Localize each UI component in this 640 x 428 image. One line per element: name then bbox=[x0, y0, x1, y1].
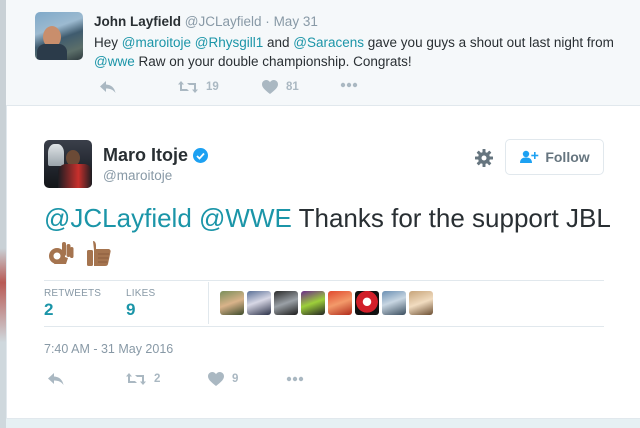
like-count: 81 bbox=[286, 81, 299, 93]
mention-link[interactable]: @wwe bbox=[94, 54, 135, 69]
main-author: Maro Itoje bbox=[103, 145, 209, 166]
like-button[interactable]: 81 bbox=[262, 80, 299, 94]
likes-value[interactable]: 9 bbox=[126, 300, 135, 320]
thumbs-up-emoji bbox=[84, 238, 114, 268]
tweet-date[interactable]: May 31 bbox=[274, 14, 318, 29]
more-icon bbox=[286, 376, 304, 382]
ok-hand-emoji bbox=[46, 238, 76, 268]
author-handle[interactable]: @JCLayfield bbox=[185, 14, 262, 29]
previous-tweet-header: John Layfield @JCLayfield · May 31 bbox=[94, 14, 318, 29]
retweet-button[interactable]: 2 bbox=[126, 372, 160, 386]
user-actions-gear[interactable] bbox=[474, 148, 494, 168]
mention-link[interactable]: @maroitoje bbox=[122, 35, 191, 50]
stats-separator bbox=[208, 282, 209, 324]
like-button[interactable]: 9 bbox=[208, 372, 238, 386]
liker-avatar[interactable] bbox=[409, 291, 433, 315]
liker-avatar[interactable] bbox=[301, 291, 325, 315]
mention-link[interactable]: @JCLayfield bbox=[44, 203, 192, 233]
liker-avatar[interactable] bbox=[274, 291, 298, 315]
mention-link[interactable]: @Saracens bbox=[293, 35, 364, 50]
reply-button[interactable] bbox=[100, 80, 116, 94]
retweets-label: RETWEETS bbox=[44, 288, 102, 299]
liker-avatar[interactable] bbox=[220, 291, 244, 315]
more-button[interactable] bbox=[340, 82, 358, 88]
tweet-date-separator: · bbox=[265, 14, 270, 29]
tweet-body: Thanks for the support JBL bbox=[291, 203, 611, 233]
mention-link[interactable]: @Rhysgill1 bbox=[195, 35, 263, 50]
likes-label: LIKES bbox=[126, 288, 156, 299]
liker-avatar[interactable] bbox=[247, 291, 271, 315]
verified-badge-icon bbox=[193, 148, 209, 163]
reply-icon bbox=[100, 81, 116, 93]
retweet-button[interactable]: 19 bbox=[178, 80, 219, 94]
retweet-icon bbox=[126, 373, 146, 385]
more-icon bbox=[340, 82, 358, 88]
follow-button[interactable]: Follow bbox=[505, 139, 604, 175]
retweets-value[interactable]: 2 bbox=[44, 300, 53, 320]
gear-icon bbox=[475, 149, 493, 167]
previous-tweet-text: Hey @maroitoje @Rhysgill1 and @Saracens … bbox=[94, 33, 614, 71]
author-handle[interactable]: @maroitoje bbox=[103, 168, 172, 183]
follow-person-icon bbox=[520, 150, 539, 163]
reply-icon bbox=[48, 373, 64, 385]
previous-tweet-actions: 19 81 bbox=[100, 80, 400, 98]
liker-avatar[interactable] bbox=[355, 291, 379, 315]
tweet-actions: 2 9 bbox=[48, 372, 368, 392]
more-button[interactable] bbox=[286, 376, 304, 382]
reply-button[interactable] bbox=[48, 372, 64, 386]
retweet-icon bbox=[178, 81, 198, 93]
maro-itoje-avatar[interactable] bbox=[44, 140, 92, 188]
liker-avatar[interactable] bbox=[382, 291, 406, 315]
author-name[interactable]: John Layfield bbox=[94, 14, 181, 29]
text-segment: gave you guys a shout out last night fro… bbox=[364, 35, 614, 50]
text-segment: and bbox=[263, 35, 294, 50]
john-layfield-avatar[interactable] bbox=[35, 12, 83, 60]
heart-icon bbox=[208, 372, 224, 386]
mention-link[interactable]: @WWE bbox=[199, 203, 292, 233]
stats-top-divider bbox=[44, 280, 604, 281]
retweet-count: 19 bbox=[206, 81, 219, 93]
emoji-row bbox=[46, 238, 114, 268]
text-segment: Raw on your double championship. Congrat… bbox=[134, 54, 412, 69]
like-count: 9 bbox=[232, 373, 239, 385]
liker-avatars bbox=[220, 291, 433, 315]
tweet-text: @JCLayfield @WWE Thanks for the support … bbox=[44, 200, 614, 236]
stats-bottom-divider bbox=[44, 326, 604, 327]
heart-icon bbox=[262, 80, 278, 94]
tweet-timestamp[interactable]: 7:40 AM - 31 May 2016 bbox=[44, 342, 173, 356]
liker-avatar[interactable] bbox=[328, 291, 352, 315]
retweet-count: 2 bbox=[154, 373, 161, 385]
reply-area-edge bbox=[6, 418, 640, 428]
follow-label: Follow bbox=[545, 149, 590, 165]
text-segment: Hey bbox=[94, 35, 122, 50]
author-name[interactable]: Maro Itoje bbox=[103, 145, 188, 166]
